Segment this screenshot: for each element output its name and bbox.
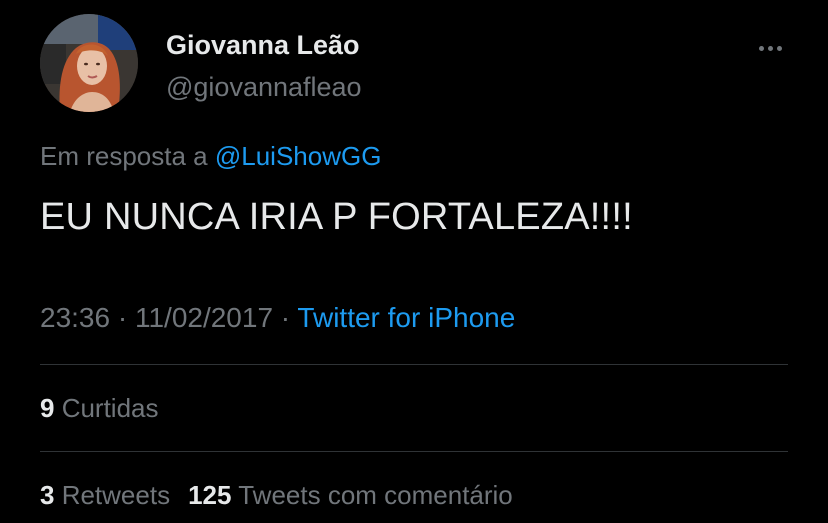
retweets-stat-row: 3 Retweets 125 Tweets com comentário — [40, 478, 513, 512]
divider — [40, 451, 788, 452]
likes-stat-row: 9 Curtidas — [40, 391, 159, 425]
tweet-time[interactable]: 23:36 — [40, 302, 110, 333]
retweets-count: 3 — [40, 480, 55, 510]
likes-label: Curtidas — [54, 393, 159, 423]
likes-stat[interactable]: 9 Curtidas — [40, 393, 159, 423]
reply-context: Em resposta a @LuiShowGG — [40, 139, 381, 173]
reply-prefix: Em resposta a — [40, 141, 215, 171]
tweet-text: EU NUNCA IRIA P FORTALEZA!!!! — [40, 196, 633, 238]
more-horizontal-icon-dot — [767, 45, 773, 51]
more-horizontal-icon — [758, 45, 764, 51]
quote-tweets-stat[interactable]: 125 Tweets com comentário — [188, 480, 513, 510]
author-display-name[interactable]: Giovanna Leão — [166, 28, 360, 62]
tweet-meta: 23:36 · 11/02/2017 · Twitter for iPhone — [40, 300, 515, 336]
avatar[interactable] — [40, 14, 138, 112]
tweet-source-link[interactable]: Twitter for iPhone — [297, 302, 515, 333]
more-horizontal-icon-dot — [776, 45, 782, 51]
more-options-button[interactable] — [752, 34, 788, 62]
meta-separator: · — [273, 302, 298, 333]
retweets-stat[interactable]: 3 Retweets — [40, 480, 170, 510]
author-handle[interactable]: @giovannafleao — [166, 70, 362, 104]
avatar-image — [40, 14, 138, 112]
likes-count: 9 — [40, 393, 55, 423]
meta-separator: · — [110, 302, 135, 333]
reply-mention-link[interactable]: @LuiShowGG — [215, 141, 382, 171]
quote-tweets-count: 125 — [188, 480, 232, 510]
divider — [40, 364, 788, 365]
tweet-detail: Giovanna Leão @giovannafleao Em resposta… — [0, 0, 828, 523]
retweets-label: Retweets — [54, 480, 171, 510]
quote-tweets-label: Tweets com comentário — [231, 480, 513, 510]
tweet-date[interactable]: 11/02/2017 — [135, 302, 273, 333]
